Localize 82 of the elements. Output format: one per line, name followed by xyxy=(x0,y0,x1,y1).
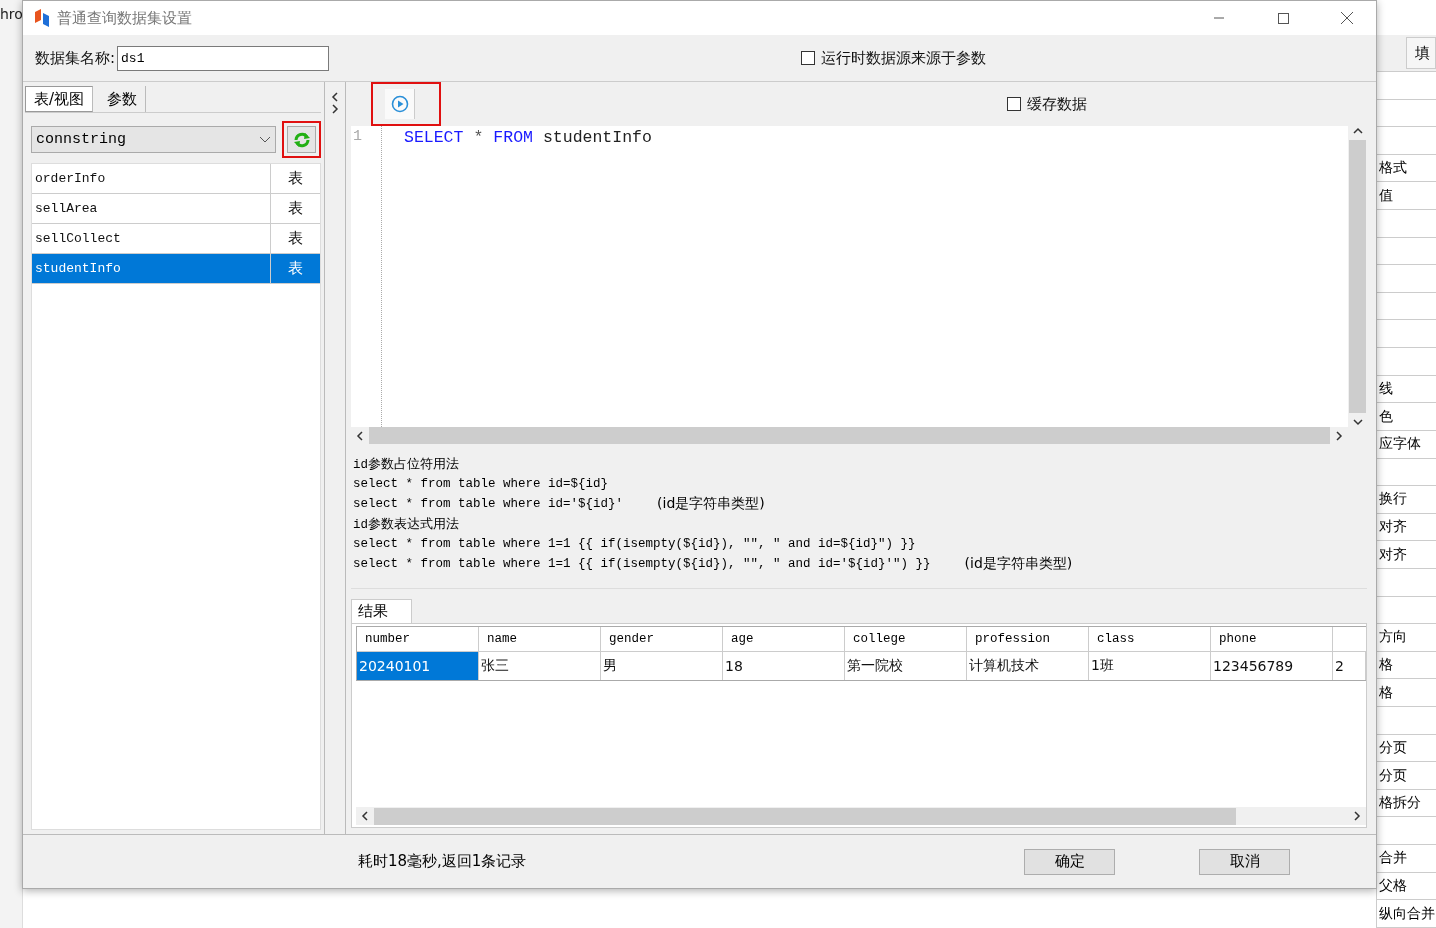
tab[interactable]: 表/视图 xyxy=(25,86,94,112)
help-text: select * from table where 1=1 {{ if(isempty(${id}), "", " and id=${id}") }} xyxy=(353,537,916,551)
scroll-down-icon[interactable] xyxy=(1352,417,1363,427)
property-label: 格 xyxy=(1379,656,1393,675)
ok-button[interactable]: 确定 xyxy=(1024,848,1115,875)
help-note: (id是字符串类型) xyxy=(657,495,765,513)
property-label: 父格 xyxy=(1379,876,1407,895)
table-list-item[interactable]: orderInfo 表 xyxy=(32,164,320,194)
property-label: 色 xyxy=(1379,407,1393,426)
property-label: 格 xyxy=(1379,683,1393,702)
cache-checkbox[interactable]: 缓存数据 xyxy=(1007,94,1087,114)
property-label: 线 xyxy=(1379,380,1393,398)
play-icon xyxy=(390,95,409,113)
table-cell: 男 xyxy=(601,652,723,680)
sql-editor[interactable]: 1 SELECT * FROM studentInfo xyxy=(351,126,1367,444)
scroll-left-icon[interactable] xyxy=(355,430,365,441)
results-tab[interactable]: 结果 xyxy=(351,599,412,623)
table-name: sellCollect xyxy=(34,230,122,248)
property-row[interactable]: 纵向合并 xyxy=(1377,900,1436,928)
help-text: select * from table where id=${id} xyxy=(353,477,609,491)
table-cell: 计算机技术 xyxy=(967,652,1089,680)
table-type: 表 xyxy=(270,194,320,223)
table-type: 表 xyxy=(270,254,320,283)
code-token: FROM xyxy=(493,127,533,147)
table-cell: 张三 xyxy=(479,652,601,680)
app-logo-icon xyxy=(33,9,51,27)
refresh-icon xyxy=(292,131,311,148)
help-text: select * from table where id='${id}' xyxy=(353,497,624,511)
table-name: orderInfo xyxy=(34,170,107,188)
close-icon xyxy=(1341,12,1353,24)
expand-right-icon[interactable] xyxy=(330,104,340,114)
table-list-item[interactable]: sellCollect 表 xyxy=(32,224,320,254)
table-type: 表 xyxy=(270,224,320,253)
table-cell: 123456789 xyxy=(1211,652,1333,680)
scroll-right-icon[interactable] xyxy=(1352,811,1362,821)
horizontal-scrollbar[interactable] xyxy=(356,807,1366,825)
property-label: 方向 xyxy=(1379,628,1407,647)
chevron-down-icon xyxy=(259,135,271,144)
runtime-source-checkbox[interactable]: 运行时数据源来源于参数 xyxy=(801,48,987,68)
table-type: 表 xyxy=(270,164,320,193)
table-cell: 1班 xyxy=(1089,652,1211,680)
line-number: 1 xyxy=(352,127,363,145)
property-label: 格式 xyxy=(1379,159,1407,178)
help-text: id参数占位符用法 xyxy=(353,456,459,473)
property-label: 应字体 xyxy=(1379,435,1421,454)
property-label: 合并 xyxy=(1379,849,1407,868)
help-note: (id是字符串类型) xyxy=(964,555,1073,573)
code-token: studentInfo xyxy=(542,127,652,147)
property-label: 值 xyxy=(1379,186,1393,205)
scroll-up-icon[interactable] xyxy=(1352,126,1363,136)
property-label: 分页 xyxy=(1379,766,1407,785)
code-token: * xyxy=(473,127,484,147)
table-list-item[interactable]: studentInfo 表 xyxy=(32,254,320,284)
table-list-item[interactable]: sellArea 表 xyxy=(32,194,320,224)
table-name: studentInfo xyxy=(34,260,122,278)
scroll-left-icon[interactable] xyxy=(360,811,370,821)
table-cell: 第一院校 xyxy=(845,652,967,680)
run-button[interactable] xyxy=(385,89,415,119)
table-cell: 18 xyxy=(723,652,845,680)
property-label: 对齐 xyxy=(1379,545,1407,564)
property-label: 对齐 xyxy=(1379,518,1407,537)
dataset-name-label: 数据集名称: xyxy=(35,48,116,68)
table-cell: 20240101 xyxy=(357,652,479,680)
status-text: 耗时18毫秒,返回1条记录 xyxy=(358,852,528,871)
table-name: sellArea xyxy=(34,200,99,218)
property-label: 分页 xyxy=(1379,738,1407,757)
window-title: 普通查询数据集设置 xyxy=(57,8,193,28)
help-text: id参数表达式用法 xyxy=(353,516,459,533)
tab-button[interactable]: 填 xyxy=(1406,37,1436,69)
dataset-name-field[interactable]: ds1 xyxy=(117,45,330,71)
code-token: SELECT xyxy=(404,127,464,147)
property-label: 纵向合并 xyxy=(1379,904,1435,923)
cancel-button[interactable]: 取消 xyxy=(1199,848,1290,875)
window-title: hro xyxy=(0,5,22,22)
property-label: 换行 xyxy=(1379,490,1407,509)
scroll-right-icon[interactable] xyxy=(1334,430,1344,441)
table-cell: 2 xyxy=(1333,652,1366,680)
maximize-icon xyxy=(1277,12,1289,24)
collapse-left-icon[interactable] xyxy=(330,92,340,102)
property-label: 格拆分 xyxy=(1379,794,1421,813)
connection-dropdown[interactable]: connstring xyxy=(31,126,276,153)
help-text: select * from table where 1=1 {{ if(isempty(${id}), "", " and id='${id}'") }} xyxy=(353,557,931,571)
